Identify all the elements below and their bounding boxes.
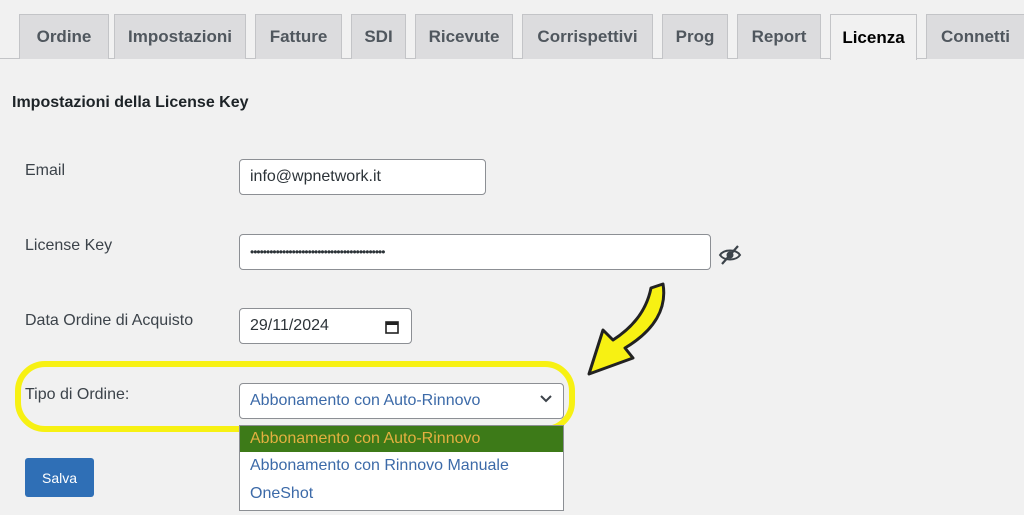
license-key-label: License Key [25,237,113,254]
tab-corrispettivi[interactable]: Corrispettivi [522,14,653,59]
tab-licenza[interactable]: Licenza [830,14,917,60]
tab-connetti[interactable]: Connetti [926,14,1024,59]
eye-slash-icon[interactable] [718,244,742,266]
section-title: Impostazioni della License Key [12,94,249,111]
tab-bar: Ordine Impostazioni Fatture SDI Ricevute… [0,0,1024,60]
order-type-dropdown: Abbonamento con Auto-Rinnovo Abbonamento… [239,425,564,511]
save-button[interactable]: Salva [25,458,94,497]
email-value: info@wpnetwork.it [250,168,381,185]
order-type-select[interactable]: Abbonamento con Auto-Rinnovo [239,383,564,419]
order-date-label: Data Ordine di Acquisto [25,312,194,329]
tab-report[interactable]: Report [737,14,821,59]
tab-prog[interactable]: Prog [662,14,728,59]
order-type-option[interactable]: OneShot [240,480,563,508]
license-key-value: ••••••••••••••••••••••••••••••••••••••••… [250,245,385,259]
tab-ordine[interactable]: Ordine [19,14,109,59]
calendar-icon[interactable] [385,320,399,334]
order-type-value: Abbonamento con Auto-Rinnovo [250,392,481,409]
order-type-label: Tipo di Ordine: [25,386,130,403]
order-type-option[interactable]: Abbonamento con Auto-Rinnovo [240,426,563,452]
order-type-option[interactable]: Abbonamento con Rinnovo Manuale [240,452,563,480]
order-date-field[interactable]: 29/11/2024 [239,308,412,344]
order-date-value: 29/11/2024 [250,317,329,334]
email-field[interactable]: info@wpnetwork.it [239,159,486,195]
license-key-field[interactable]: ••••••••••••••••••••••••••••••••••••••••… [239,234,711,270]
tab-impostazioni[interactable]: Impostazioni [114,14,246,59]
annotation-arrow [587,282,666,376]
tab-ricevute[interactable]: Ricevute [415,14,513,59]
tab-fatture[interactable]: Fatture [255,14,342,59]
tab-sdi[interactable]: SDI [351,14,406,59]
email-label: Email [25,162,66,179]
chevron-down-icon [540,395,552,403]
